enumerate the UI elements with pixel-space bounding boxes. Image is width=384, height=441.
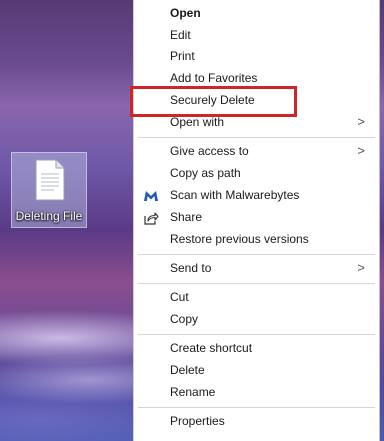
share-icon [144, 212, 159, 225]
menu-item-cut[interactable]: Cut [134, 287, 379, 309]
menu-item-label: Create shortcut [170, 341, 253, 355]
menu-item-label: Open with [170, 115, 225, 129]
menu-item-scan-with-malwarebytes[interactable]: Scan with Malwarebytes [134, 185, 379, 207]
menu-item-edit[interactable]: Edit [134, 25, 379, 47]
malwarebytes-icon [144, 191, 158, 201]
menu-item-label: Print [170, 49, 195, 63]
menu-item-label: Send to [170, 261, 212, 275]
menu-item-delete[interactable]: Delete [134, 360, 379, 382]
highlight-box [130, 86, 297, 117]
document-icon [35, 159, 65, 201]
menu-item-label: Open [170, 6, 201, 20]
menu-item-print[interactable]: Print [134, 46, 379, 68]
menu-separator [138, 407, 375, 408]
menu-item-properties[interactable]: Properties [134, 411, 379, 433]
menu-item-open[interactable]: Open [134, 3, 379, 25]
chevron-right-icon: > [357, 114, 365, 129]
menu-item-label: Give access to [170, 144, 249, 158]
menu-item-label: Copy [170, 312, 199, 326]
menu-item-restore-previous-versions[interactable]: Restore previous versions [134, 229, 379, 251]
menu-item-give-access-to[interactable]: Give access to > [134, 141, 379, 163]
menu-item-label: Add to Favorites [170, 71, 258, 85]
chevron-right-icon: > [357, 260, 365, 275]
menu-item-copy[interactable]: Copy [134, 309, 379, 331]
menu-item-label: Rename [170, 385, 216, 399]
menu-item-share[interactable]: Share [134, 207, 379, 229]
menu-separator [138, 334, 375, 335]
menu-item-send-to[interactable]: Send to > [134, 258, 379, 280]
file-icon-label: Deleting File [15, 209, 83, 223]
menu-separator [138, 137, 375, 138]
desktop-file-icon[interactable]: Deleting File [11, 152, 87, 228]
menu-item-label: Edit [170, 28, 191, 42]
menu-item-create-shortcut[interactable]: Create shortcut [134, 338, 379, 360]
chevron-right-icon: > [357, 143, 365, 158]
menu-item-label: Cut [170, 290, 189, 304]
menu-item-label: Share [170, 210, 203, 224]
menu-item-label: Restore previous versions [170, 232, 309, 246]
menu-item-copy-as-path[interactable]: Copy as path [134, 163, 379, 185]
menu-separator [138, 283, 375, 284]
menu-item-label: Copy as path [170, 166, 241, 180]
menu-item-label: Scan with Malwarebytes [170, 188, 300, 202]
menu-item-rename[interactable]: Rename [134, 382, 379, 404]
menu-separator [138, 254, 375, 255]
menu-item-label: Properties [170, 414, 225, 428]
menu-item-label: Delete [170, 363, 205, 377]
context-menu: Open Edit Print Add to Favorites Securel… [133, 0, 380, 441]
